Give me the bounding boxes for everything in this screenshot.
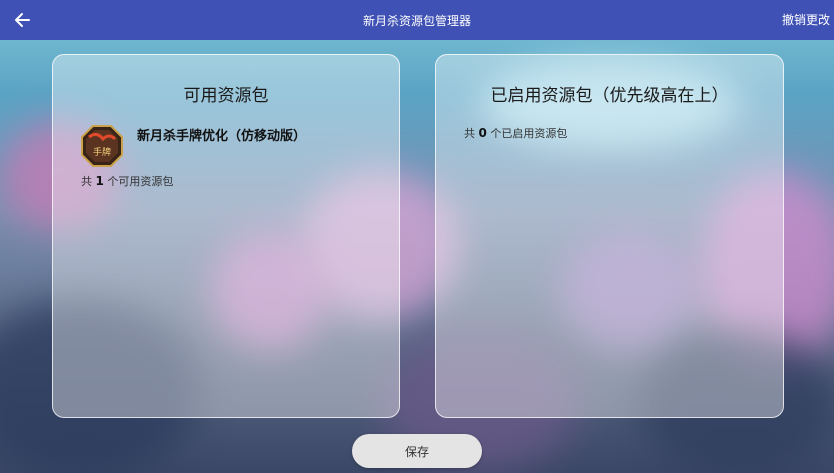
- available-packs-title: 可用资源包: [183, 86, 269, 106]
- count-prefix: 共: [464, 127, 475, 140]
- count-value: 0: [478, 126, 487, 140]
- back-button[interactable]: [8, 6, 36, 34]
- list-item[interactable]: 手牌 新月杀手牌优化（仿移动版）: [81, 125, 381, 169]
- pack-logo-icon: 手牌: [81, 125, 123, 167]
- available-packs-panel: 可用资源包 手牌 新月杀手牌优化（仿移动版） 共 1 个可用资源包: [52, 54, 400, 418]
- enabled-packs-title: 已启用资源包（优先级高在上）: [490, 86, 729, 106]
- count-suffix: 个已启用资源包: [490, 127, 568, 140]
- save-button[interactable]: 保存: [352, 434, 482, 468]
- available-count: 共 1 个可用资源包: [81, 173, 173, 189]
- pack-name: 新月杀手牌优化（仿移动版）: [137, 129, 307, 144]
- count-suffix: 个可用资源包: [107, 175, 174, 188]
- window-title: 新月杀资源包管理器: [362, 13, 471, 28]
- screen: 新月杀资源包管理器 撤销更改 可用资源包 手牌 新月杀手牌优化（仿移动版） 共 …: [0, 0, 834, 473]
- pack-logo-text: 手牌: [93, 146, 111, 158]
- top-bar: 新月杀资源包管理器 撤销更改: [0, 0, 834, 40]
- count-value: 1: [95, 174, 104, 188]
- arrow-left-icon: [15, 13, 30, 27]
- undo-changes-button[interactable]: 撤销更改: [782, 11, 830, 28]
- enabled-count: 共 0 个已启用资源包: [464, 125, 567, 141]
- count-prefix: 共: [81, 175, 92, 188]
- enabled-packs-panel: 已启用资源包（优先级高在上） 共 0 个已启用资源包: [435, 54, 784, 418]
